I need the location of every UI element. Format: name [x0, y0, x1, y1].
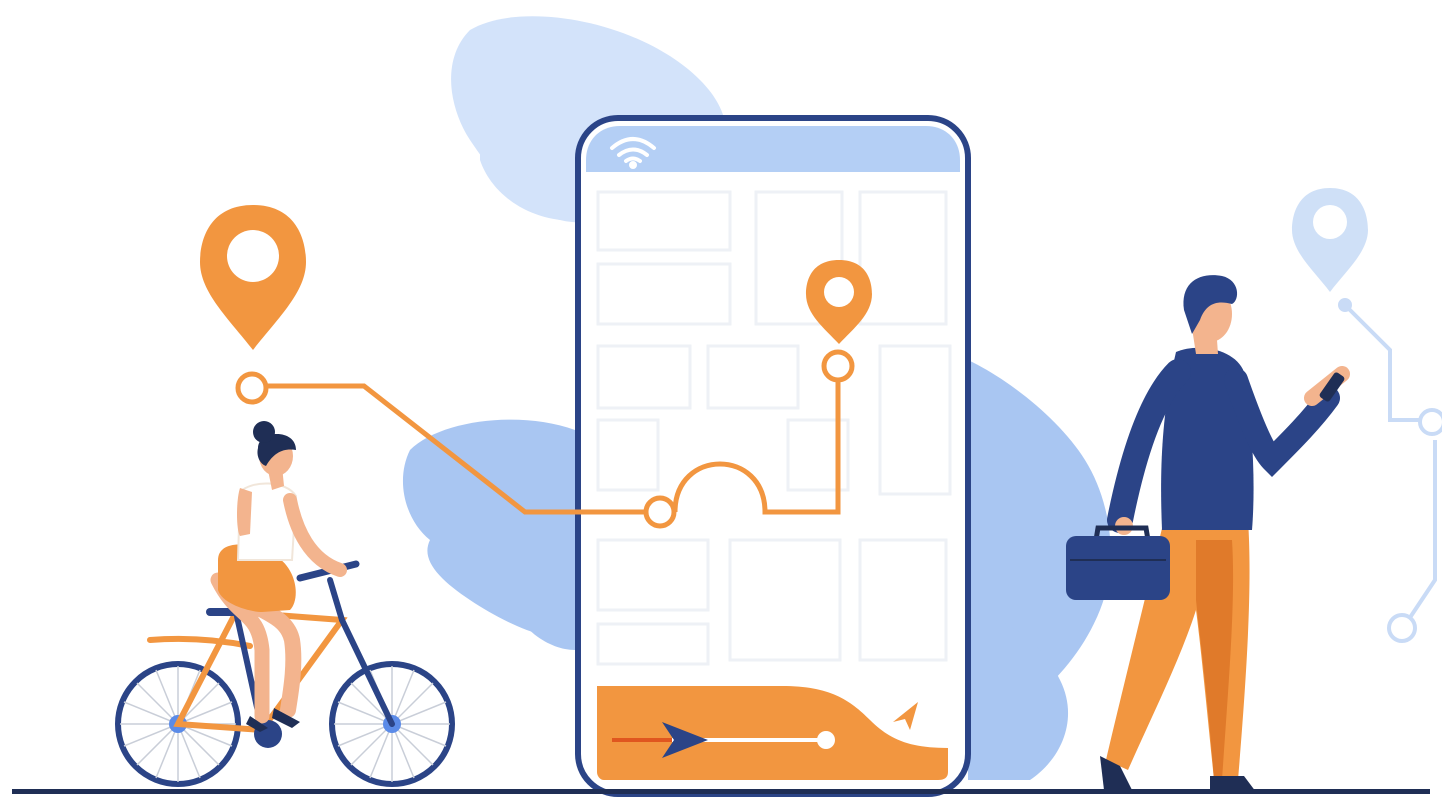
ground-line	[12, 789, 1430, 794]
phone	[575, 115, 971, 797]
location-pin-icon	[1292, 188, 1368, 292]
phone-status-bar	[586, 126, 960, 172]
navigation-arrow-icon[interactable]	[882, 690, 930, 738]
route-node	[821, 349, 855, 383]
route-node	[235, 371, 269, 405]
navigation-app-illustration	[12, 16, 1442, 797]
circuit-decoration	[1338, 298, 1442, 643]
cyclist	[115, 421, 455, 787]
location-pin-icon	[200, 205, 306, 350]
briefcase	[1066, 525, 1170, 600]
route-node	[643, 495, 677, 529]
